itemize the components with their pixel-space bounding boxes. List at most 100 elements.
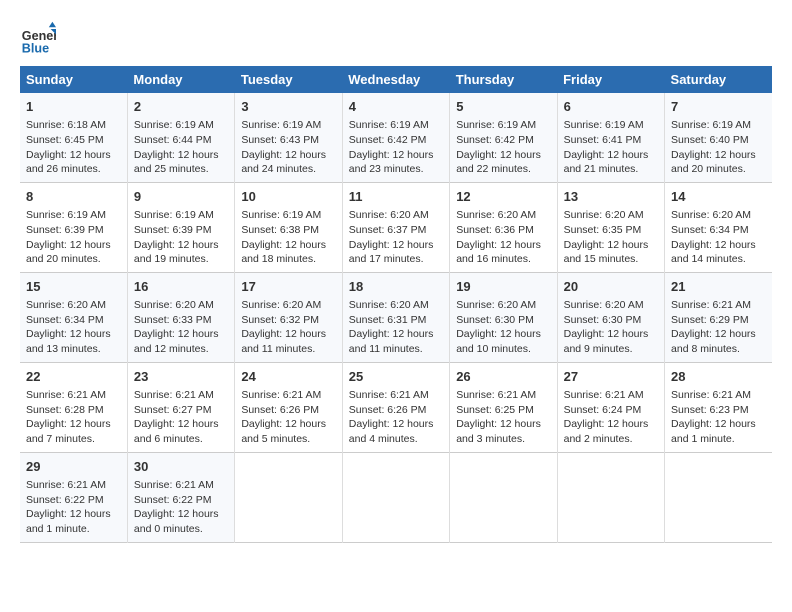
day-number: 27 bbox=[564, 368, 658, 386]
calendar-day-cell: 27 Sunrise: 6:21 AM Sunset: 6:24 PM Dayli… bbox=[557, 362, 664, 452]
day-number: 30 bbox=[134, 458, 228, 476]
calendar-day-cell: 28 Sunrise: 6:21 AM Sunset: 6:23 PM Dayli… bbox=[665, 362, 772, 452]
day-info: Sunrise: 6:20 AM Sunset: 6:32 PM Dayligh… bbox=[241, 298, 335, 357]
day-info: Sunrise: 6:21 AM Sunset: 6:28 PM Dayligh… bbox=[26, 388, 121, 447]
calendar-day-cell: 19Sunrise: 6:20 AM Sunset: 6:30 PM Dayli… bbox=[450, 272, 557, 362]
day-info: Sunrise: 6:21 AM Sunset: 6:24 PM Dayligh… bbox=[564, 388, 658, 447]
day-info: Sunrise: 6:19 AM Sunset: 6:42 PM Dayligh… bbox=[349, 118, 443, 177]
calendar-day-cell: 7Sunrise: 6:19 AM Sunset: 6:40 PM Daylig… bbox=[665, 93, 772, 182]
day-number: 2 bbox=[134, 98, 228, 116]
day-info: Sunrise: 6:21 AM Sunset: 6:27 PM Dayligh… bbox=[134, 388, 228, 447]
day-number: 8 bbox=[26, 188, 121, 206]
day-number: 20 bbox=[564, 278, 658, 296]
day-number: 23 bbox=[134, 368, 228, 386]
calendar-day-cell: 13 Sunrise: 6:20 AM Sunset: 6:35 PM Dayli… bbox=[557, 182, 664, 272]
day-info: Sunrise: 6:19 AM Sunset: 6:44 PM Dayligh… bbox=[134, 118, 228, 177]
day-info: Sunrise: 6:19 AM Sunset: 6:42 PM Dayligh… bbox=[456, 118, 550, 177]
day-number: 6 bbox=[564, 98, 658, 116]
calendar-day-cell: 29 Sunrise: 6:21 AM Sunset: 6:22 PM Dayli… bbox=[20, 452, 127, 542]
day-number: 4 bbox=[349, 98, 443, 116]
day-info: Sunrise: 6:21 AM Sunset: 6:22 PM Dayligh… bbox=[134, 478, 228, 537]
day-info: Sunrise: 6:20 AM Sunset: 6:30 PM Dayligh… bbox=[564, 298, 658, 357]
calendar-day-cell: 21 Sunrise: 6:21 AM Sunset: 6:29 PM Dayli… bbox=[665, 272, 772, 362]
calendar-day-cell: 14Sunrise: 6:20 AM Sunset: 6:34 PM Dayli… bbox=[665, 182, 772, 272]
day-number: 28 bbox=[671, 368, 766, 386]
calendar-week-row: 15 Sunrise: 6:20 AM Sunset: 6:34 PM Dayli… bbox=[20, 272, 772, 362]
day-info: Sunrise: 6:21 AM Sunset: 6:26 PM Dayligh… bbox=[241, 388, 335, 447]
empty-cell bbox=[665, 452, 772, 542]
logo: General Blue bbox=[20, 20, 56, 56]
calendar-week-row: 29 Sunrise: 6:21 AM Sunset: 6:22 PM Dayli… bbox=[20, 452, 772, 542]
empty-cell bbox=[557, 452, 664, 542]
calendar-day-cell: 25 Sunrise: 6:21 AM Sunset: 6:26 PM Dayli… bbox=[342, 362, 449, 452]
day-number: 16 bbox=[134, 278, 228, 296]
weekday-header: Tuesday bbox=[235, 66, 342, 93]
day-number: 25 bbox=[349, 368, 443, 386]
calendar-day-cell: 17 Sunrise: 6:20 AM Sunset: 6:32 PM Dayli… bbox=[235, 272, 342, 362]
day-number: 17 bbox=[241, 278, 335, 296]
weekday-header: Monday bbox=[127, 66, 234, 93]
calendar-day-cell: 15 Sunrise: 6:20 AM Sunset: 6:34 PM Dayli… bbox=[20, 272, 127, 362]
empty-cell bbox=[235, 452, 342, 542]
calendar-day-cell: 6 Sunrise: 6:19 AM Sunset: 6:41 PM Daylig… bbox=[557, 93, 664, 182]
day-number: 15 bbox=[26, 278, 121, 296]
day-number: 14 bbox=[671, 188, 766, 206]
weekday-header: Wednesday bbox=[342, 66, 449, 93]
day-info: Sunrise: 6:21 AM Sunset: 6:29 PM Dayligh… bbox=[671, 298, 766, 357]
calendar-day-cell: 30 Sunrise: 6:21 AM Sunset: 6:22 PM Dayli… bbox=[127, 452, 234, 542]
weekday-header: Sunday bbox=[20, 66, 127, 93]
calendar-table: SundayMondayTuesdayWednesdayThursdayFrid… bbox=[20, 66, 772, 543]
day-number: 10 bbox=[241, 188, 335, 206]
empty-cell bbox=[342, 452, 449, 542]
day-info: Sunrise: 6:19 AM Sunset: 6:43 PM Dayligh… bbox=[241, 118, 335, 177]
day-number: 13 bbox=[564, 188, 658, 206]
weekday-header: Friday bbox=[557, 66, 664, 93]
logo-icon: General Blue bbox=[20, 20, 56, 56]
calendar-day-cell: 10 Sunrise: 6:19 AM Sunset: 6:38 PM Dayli… bbox=[235, 182, 342, 272]
calendar-day-cell: 4 Sunrise: 6:19 AM Sunset: 6:42 PM Daylig… bbox=[342, 93, 449, 182]
calendar-day-cell: 11 Sunrise: 6:20 AM Sunset: 6:37 PM Dayli… bbox=[342, 182, 449, 272]
day-info: Sunrise: 6:19 AM Sunset: 6:39 PM Dayligh… bbox=[134, 208, 228, 267]
calendar-day-cell: 20 Sunrise: 6:20 AM Sunset: 6:30 PM Dayli… bbox=[557, 272, 664, 362]
calendar-day-cell: 5 Sunrise: 6:19 AM Sunset: 6:42 PM Daylig… bbox=[450, 93, 557, 182]
calendar-week-row: 8 Sunrise: 6:19 AM Sunset: 6:39 PM Daylig… bbox=[20, 182, 772, 272]
day-info: Sunrise: 6:20 AM Sunset: 6:37 PM Dayligh… bbox=[349, 208, 443, 267]
calendar-week-row: 1Sunrise: 6:18 AM Sunset: 6:45 PM Daylig… bbox=[20, 93, 772, 182]
calendar-day-cell: 24Sunrise: 6:21 AM Sunset: 6:26 PM Dayli… bbox=[235, 362, 342, 452]
day-info: Sunrise: 6:19 AM Sunset: 6:38 PM Dayligh… bbox=[241, 208, 335, 267]
day-info: Sunrise: 6:21 AM Sunset: 6:23 PM Dayligh… bbox=[671, 388, 766, 447]
day-number: 29 bbox=[26, 458, 121, 476]
day-number: 11 bbox=[349, 188, 443, 206]
calendar-day-cell: 2 Sunrise: 6:19 AM Sunset: 6:44 PM Daylig… bbox=[127, 93, 234, 182]
day-info: Sunrise: 6:21 AM Sunset: 6:25 PM Dayligh… bbox=[456, 388, 550, 447]
day-info: Sunrise: 6:21 AM Sunset: 6:26 PM Dayligh… bbox=[349, 388, 443, 447]
calendar-day-cell: 23 Sunrise: 6:21 AM Sunset: 6:27 PM Dayli… bbox=[127, 362, 234, 452]
calendar-day-cell: 1Sunrise: 6:18 AM Sunset: 6:45 PM Daylig… bbox=[20, 93, 127, 182]
calendar-day-cell: 3 Sunrise: 6:19 AM Sunset: 6:43 PM Daylig… bbox=[235, 93, 342, 182]
day-info: Sunrise: 6:21 AM Sunset: 6:22 PM Dayligh… bbox=[26, 478, 121, 537]
day-info: Sunrise: 6:19 AM Sunset: 6:41 PM Dayligh… bbox=[564, 118, 658, 177]
day-info: Sunrise: 6:20 AM Sunset: 6:34 PM Dayligh… bbox=[26, 298, 121, 357]
day-number: 21 bbox=[671, 278, 766, 296]
day-number: 26 bbox=[456, 368, 550, 386]
day-number: 12 bbox=[456, 188, 550, 206]
page-header: General Blue bbox=[20, 20, 772, 56]
empty-cell bbox=[450, 452, 557, 542]
day-info: Sunrise: 6:18 AM Sunset: 6:45 PM Dayligh… bbox=[26, 118, 121, 177]
weekday-header: Saturday bbox=[665, 66, 772, 93]
day-number: 22 bbox=[26, 368, 121, 386]
weekday-header: Thursday bbox=[450, 66, 557, 93]
calendar-day-cell: 22 Sunrise: 6:21 AM Sunset: 6:28 PM Dayli… bbox=[20, 362, 127, 452]
day-number: 5 bbox=[456, 98, 550, 116]
day-info: Sunrise: 6:20 AM Sunset: 6:30 PM Dayligh… bbox=[456, 298, 550, 357]
weekday-header-row: SundayMondayTuesdayWednesdayThursdayFrid… bbox=[20, 66, 772, 93]
day-info: Sunrise: 6:20 AM Sunset: 6:35 PM Dayligh… bbox=[564, 208, 658, 267]
calendar-day-cell: 12Sunrise: 6:20 AM Sunset: 6:36 PM Dayli… bbox=[450, 182, 557, 272]
calendar-day-cell: 16Sunrise: 6:20 AM Sunset: 6:33 PM Dayli… bbox=[127, 272, 234, 362]
day-info: Sunrise: 6:19 AM Sunset: 6:40 PM Dayligh… bbox=[671, 118, 766, 177]
calendar-day-cell: 26 Sunrise: 6:21 AM Sunset: 6:25 PM Dayli… bbox=[450, 362, 557, 452]
day-number: 18 bbox=[349, 278, 443, 296]
day-number: 9 bbox=[134, 188, 228, 206]
day-number: 3 bbox=[241, 98, 335, 116]
day-info: Sunrise: 6:19 AM Sunset: 6:39 PM Dayligh… bbox=[26, 208, 121, 267]
